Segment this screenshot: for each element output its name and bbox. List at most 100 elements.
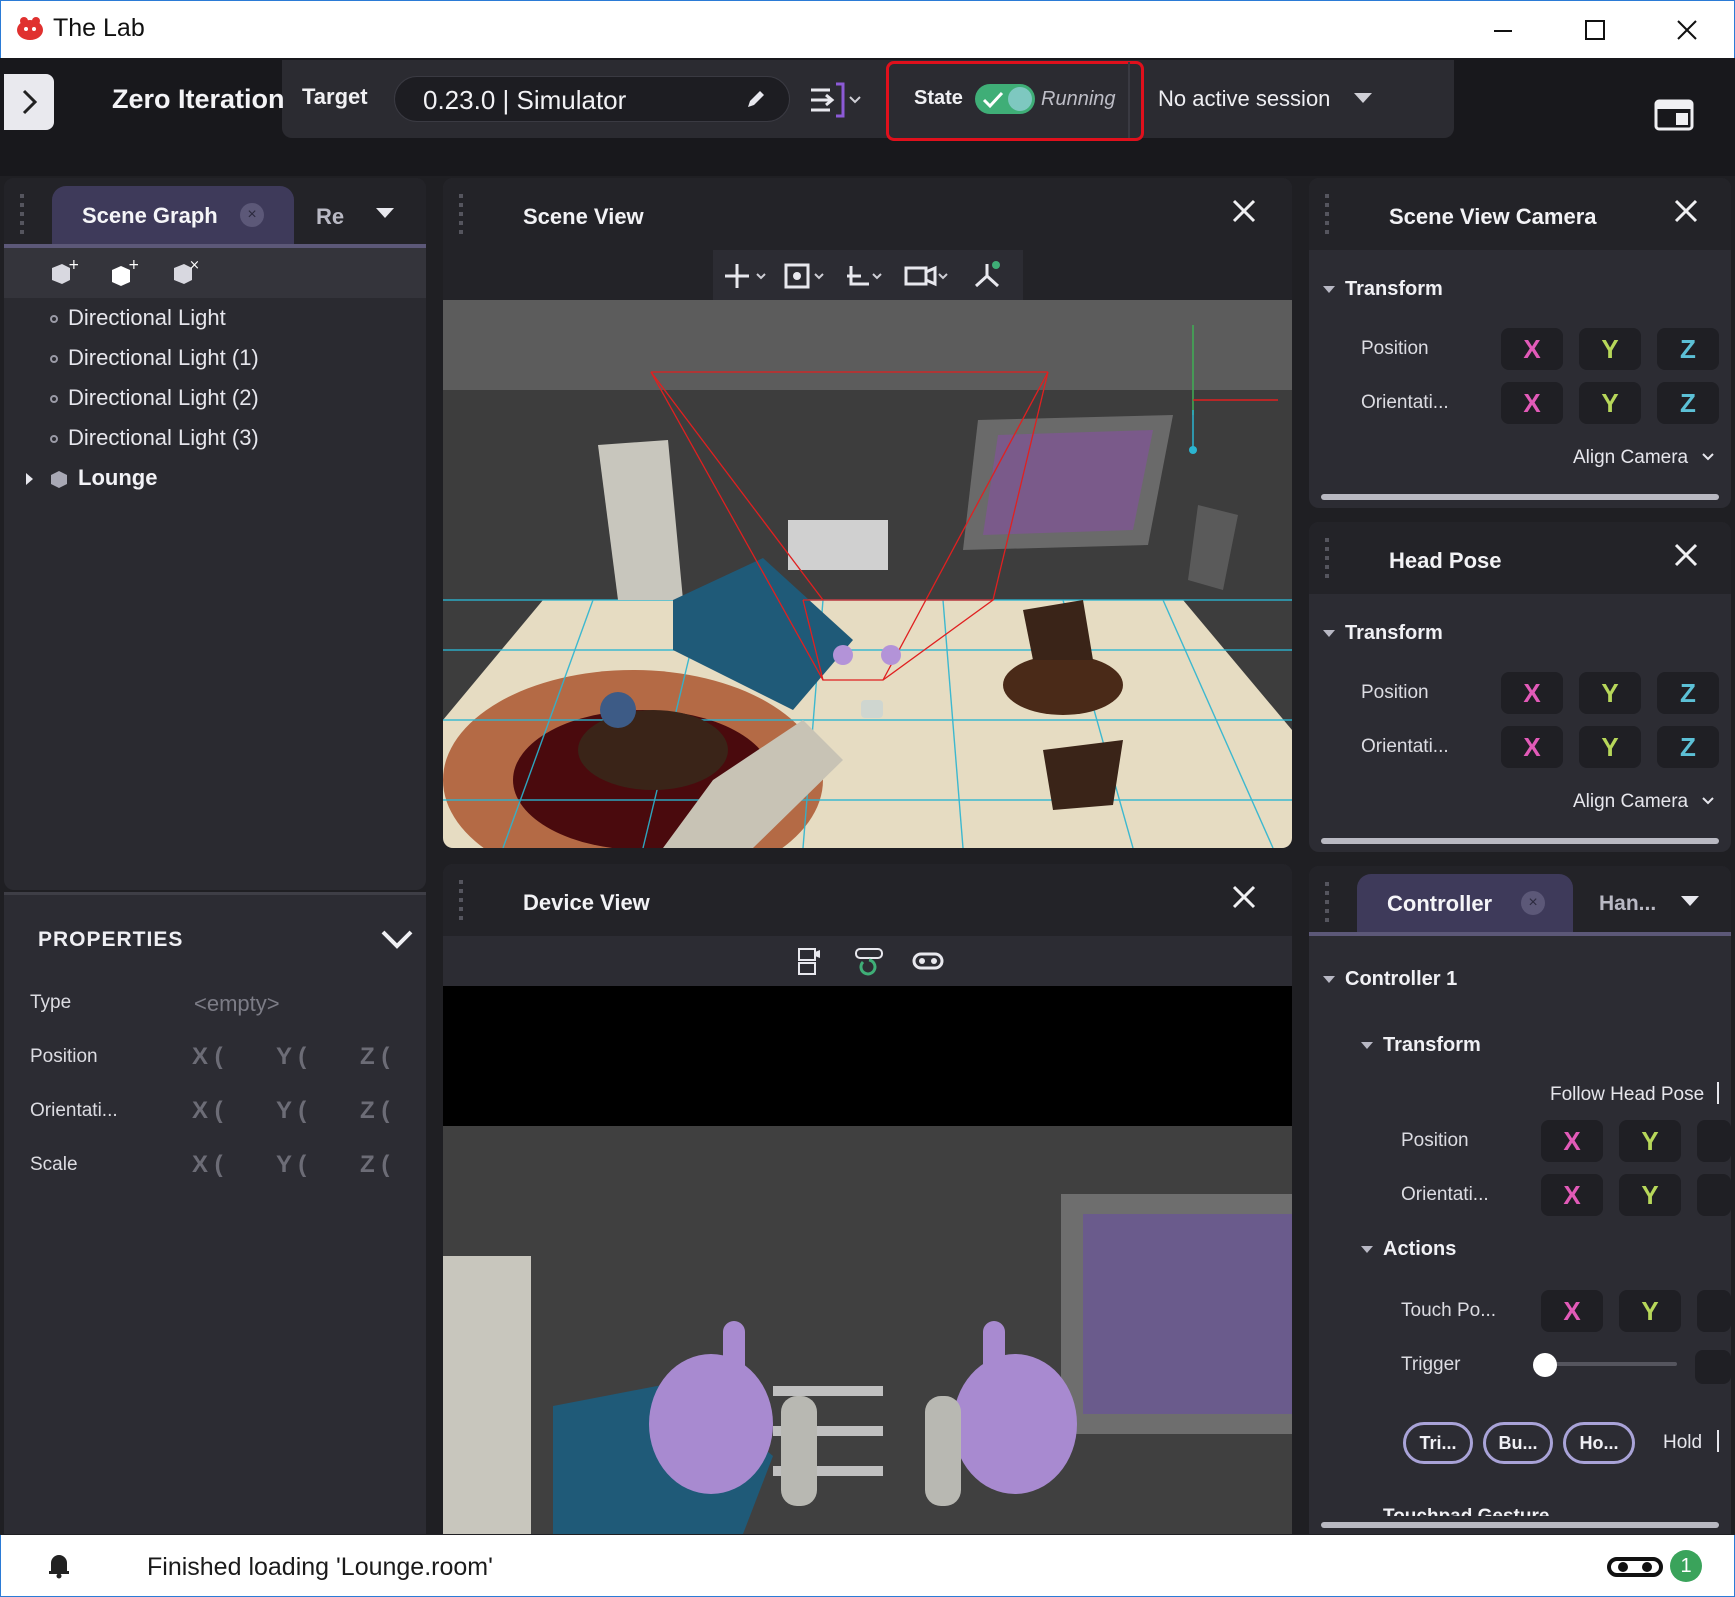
tree-item[interactable]: Directional Light — [68, 305, 226, 331]
transform-section[interactable]: Transform — [1345, 622, 1443, 645]
position-y-button[interactable]: Y — [1619, 1120, 1681, 1162]
horizontal-scrollbar[interactable] — [1321, 838, 1719, 844]
align-camera-dropdown[interactable]: Align Camera — [1573, 791, 1688, 813]
scene-view-title: Scene View — [523, 204, 644, 229]
position-z-button[interactable] — [1697, 1120, 1731, 1162]
collapse-icon[interactable] — [1323, 630, 1335, 637]
tab-re[interactable]: Re — [316, 204, 344, 230]
headset-icon[interactable] — [1607, 1555, 1663, 1581]
touch-y-button[interactable]: Y — [1619, 1290, 1681, 1332]
chevron-down-icon[interactable] — [1701, 796, 1715, 806]
position-z-button[interactable]: Z — [1657, 672, 1719, 714]
tree-item[interactable]: Directional Light (3) — [68, 425, 259, 451]
tab-overflow-icon[interactable] — [1681, 896, 1699, 906]
trigger-slider-handle[interactable] — [1533, 1353, 1557, 1377]
follow-head-pose-toggle[interactable] — [1717, 1082, 1723, 1104]
drag-handle[interactable] — [1325, 194, 1329, 234]
position-x-button[interactable]: X — [1541, 1120, 1603, 1162]
controller-1-section[interactable]: Controller 1 — [1345, 968, 1457, 991]
tab-scene-graph[interactable]: Scene Graph × — [52, 186, 294, 244]
collapse-icon[interactable] — [1323, 286, 1335, 293]
orientation-z-button[interactable] — [1697, 1174, 1731, 1216]
maximize-button[interactable] — [1575, 11, 1615, 49]
drag-handle[interactable] — [459, 880, 463, 920]
collapse-icon[interactable] — [1361, 1246, 1373, 1253]
state-toggle[interactable] — [975, 84, 1035, 114]
routing-menu-icon[interactable] — [808, 80, 864, 120]
controller-icon[interactable] — [911, 948, 945, 974]
position-x-button[interactable]: X — [1501, 672, 1563, 714]
align-camera-dropdown[interactable]: Align Camera — [1573, 447, 1688, 469]
orientation-x-button[interactable]: X — [1501, 726, 1563, 768]
orientation-y-button[interactable]: Y — [1579, 382, 1641, 424]
tab-overflow-icon[interactable] — [376, 208, 394, 218]
trigger-value-field[interactable] — [1695, 1350, 1731, 1384]
tree-item[interactable]: Directional Light (2) — [68, 385, 259, 411]
hold-toggle[interactable] — [1717, 1430, 1723, 1452]
position-label: Position — [1361, 338, 1429, 359]
transform-section[interactable]: Transform — [1345, 278, 1443, 301]
position-x-button[interactable]: X — [1501, 328, 1563, 370]
minimize-button[interactable] — [1483, 11, 1523, 49]
orientation-y-button[interactable]: Y — [1619, 1174, 1681, 1216]
record-icon[interactable] — [795, 946, 823, 976]
tree-item[interactable]: Directional Light (1) — [68, 345, 259, 371]
drag-handle[interactable] — [20, 194, 24, 234]
layout-icon[interactable] — [1654, 99, 1694, 131]
close-icon[interactable] — [1673, 542, 1703, 572]
home-chip[interactable]: Ho... — [1563, 1422, 1635, 1464]
orientation-x-button[interactable]: X — [1541, 1174, 1603, 1216]
close-icon[interactable] — [1673, 198, 1703, 228]
horizontal-scrollbar[interactable] — [1321, 1522, 1719, 1528]
button-chip[interactable]: Bu... — [1483, 1422, 1553, 1464]
tree-item-lounge[interactable]: Lounge — [78, 465, 157, 491]
caret-down-icon[interactable] — [1354, 93, 1372, 103]
position-y-button[interactable]: Y — [1579, 328, 1641, 370]
delete-node-icon[interactable]: × — [170, 258, 200, 286]
orientation-y-button[interactable]: Y — [1579, 726, 1641, 768]
orientation-z-button[interactable]: Z — [1657, 382, 1719, 424]
camera-tool-icon[interactable] — [903, 262, 951, 290]
frame-tool-icon[interactable] — [783, 262, 827, 290]
orientation-x-button[interactable]: X — [1501, 382, 1563, 424]
orientation-z-button[interactable]: Z — [1657, 726, 1719, 768]
chevron-down-icon[interactable] — [1701, 452, 1715, 462]
session-dropdown[interactable]: No active session — [1158, 86, 1330, 112]
move-tool-icon[interactable] — [723, 262, 767, 290]
chevron-down-icon[interactable] — [380, 928, 414, 950]
trigger-chip[interactable]: Tri... — [1403, 1422, 1473, 1464]
drag-handle[interactable] — [459, 194, 463, 234]
position-y-button[interactable]: Y — [1579, 672, 1641, 714]
scene-viewport[interactable] — [443, 300, 1292, 848]
touchpad-gesture-section[interactable]: Touchpad Gesture — [1383, 1506, 1549, 1516]
close-icon[interactable] — [1231, 884, 1261, 914]
tab-controller[interactable]: Controller × — [1357, 874, 1573, 932]
pencil-icon[interactable] — [745, 88, 767, 110]
drag-handle[interactable] — [1325, 538, 1329, 578]
sidebar-toggle-button[interactable] — [4, 74, 54, 130]
close-window-button[interactable] — [1667, 11, 1707, 49]
close-tab-icon[interactable]: × — [1521, 891, 1545, 915]
target-selector[interactable]: 0.23.0 | Simulator — [394, 76, 790, 122]
headset-reset-icon[interactable] — [853, 946, 885, 976]
close-icon[interactable] — [1231, 198, 1261, 228]
bell-icon[interactable] — [47, 1551, 71, 1579]
touch-x-button[interactable]: X — [1541, 1290, 1603, 1332]
add-node-icon[interactable]: + — [48, 258, 78, 286]
drag-handle[interactable] — [1325, 882, 1329, 922]
touch-z-button[interactable] — [1697, 1290, 1731, 1332]
collapse-icon[interactable] — [1323, 976, 1335, 983]
expand-arrow-icon[interactable] — [26, 473, 33, 485]
device-viewport[interactable] — [443, 986, 1292, 1534]
trigger-slider[interactable] — [1543, 1362, 1677, 1366]
add-object-icon[interactable]: + — [108, 258, 138, 286]
close-tab-icon[interactable]: × — [240, 203, 264, 227]
position-z-button[interactable]: Z — [1657, 328, 1719, 370]
actions-section[interactable]: Actions — [1383, 1238, 1456, 1261]
axis-tool-icon[interactable] — [843, 262, 887, 290]
collapse-icon[interactable] — [1361, 1042, 1373, 1049]
transform-section[interactable]: Transform — [1383, 1034, 1481, 1057]
horizontal-scrollbar[interactable] — [1321, 494, 1719, 500]
tab-hands[interactable]: Han... — [1599, 892, 1656, 916]
gizmo-tool-icon[interactable] — [971, 260, 1003, 292]
